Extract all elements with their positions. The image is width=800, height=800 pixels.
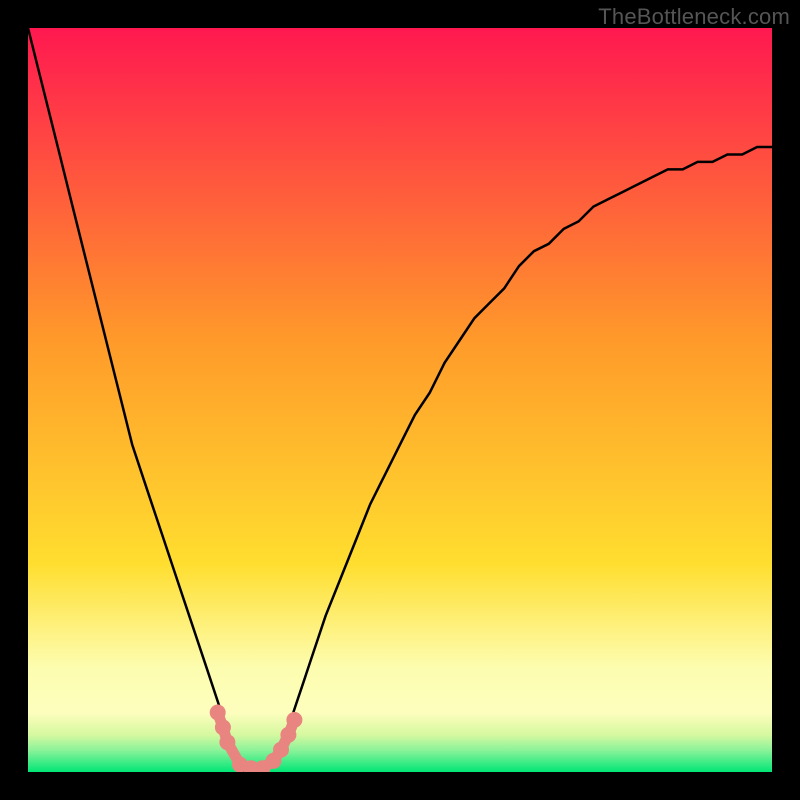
chart-frame	[28, 28, 772, 772]
gradient-background	[28, 28, 772, 772]
marker-dot	[280, 727, 296, 743]
marker-dot	[215, 719, 231, 735]
chart-svg	[28, 28, 772, 772]
marker-dot	[286, 712, 302, 728]
watermark-text: TheBottleneck.com	[598, 4, 790, 30]
marker-dot	[219, 734, 235, 750]
marker-dot	[273, 742, 289, 758]
marker-dot	[210, 705, 226, 721]
